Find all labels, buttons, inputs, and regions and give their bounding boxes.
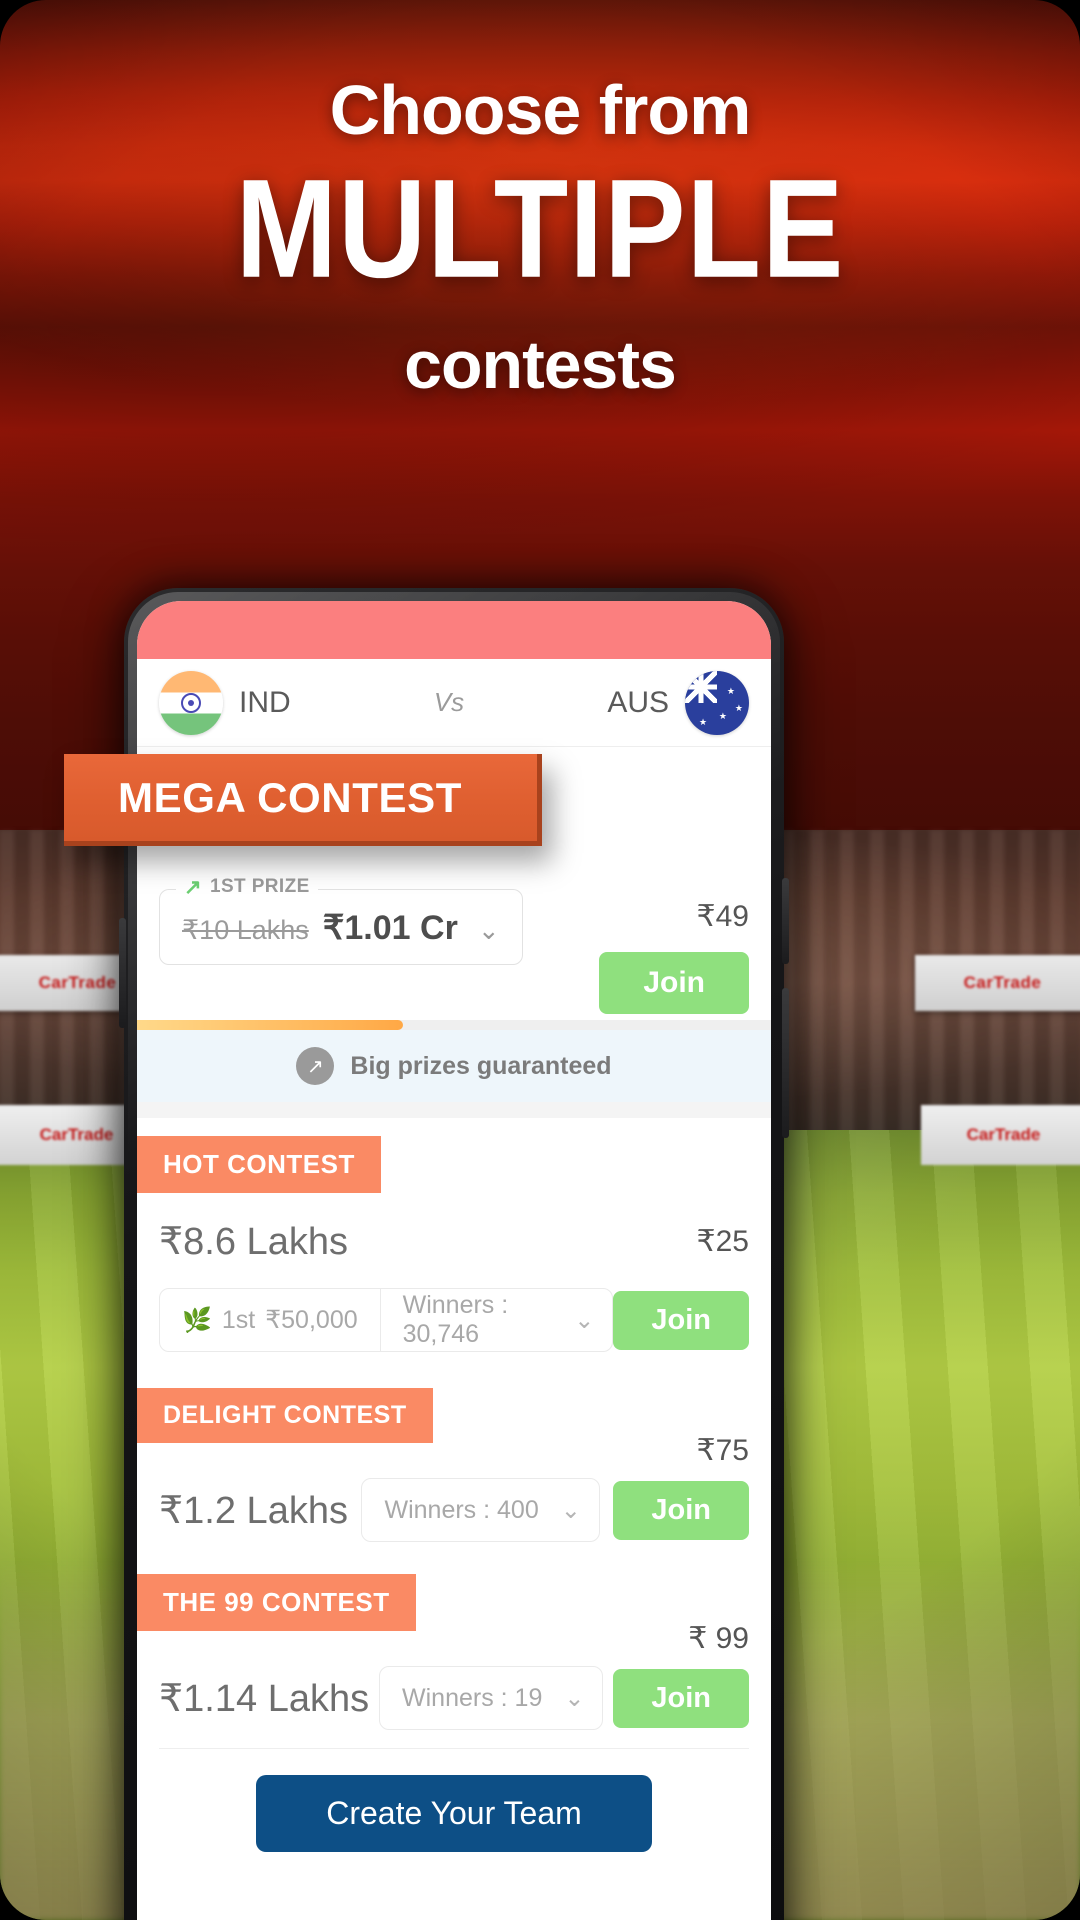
contest-amount-99: ₹1.14 Lakhs: [159, 1677, 370, 1720]
mega-contest-row: ↗ 1ST PRIZE ₹10 Lakhs ₹1.01 Cr ⌄ ₹49 Joi…: [159, 876, 749, 1014]
mega-contest-banner: MEGA CONTEST: [64, 754, 542, 846]
first-prize-amount: ₹50,000: [265, 1306, 358, 1334]
guarantee-bar: ↗ Big prizes guaranteed: [137, 1030, 771, 1102]
contest-entry-fee-delight: ₹75: [696, 1434, 749, 1467]
join-button-mega[interactable]: Join: [599, 952, 749, 1014]
laurel-wreath-icon: 🌿: [182, 1306, 212, 1334]
ad-board-text: CarTrade: [963, 973, 1042, 992]
trending-up-icon: ↗: [184, 875, 202, 899]
mega-contest-actions: ₹49 Join: [599, 889, 749, 1014]
winners-label-99: Winners : 19: [402, 1683, 543, 1712]
team-left-name: IND: [239, 685, 291, 719]
first-prize-rank: 1st: [221, 1305, 256, 1334]
mega-prize-old: ₹10 Lakhs: [182, 915, 309, 945]
australia-flag-icon: ★ ★ ★ ★: [685, 670, 749, 735]
mega-progress-track: [137, 1020, 771, 1030]
contest-card-delight[interactable]: DELIGHT CONTEST ₹75 ₹1.2 Lakhs Winners :…: [137, 1378, 771, 1574]
promo-headline: Choose from MULTIPLE contests: [0, 0, 1080, 404]
join-button-99[interactable]: Join: [613, 1668, 749, 1728]
ad-board-right: CarTrade: [915, 955, 1080, 1011]
ad-board-lower-right: CarTrade: [921, 1105, 1080, 1165]
chevron-down-icon[interactable]: ⌄: [478, 915, 500, 946]
team-right-name: AUS: [607, 685, 669, 719]
mega-prize-new: ₹1.01 Cr: [322, 909, 458, 947]
winners-segment-hot: Winners : 30,746: [379, 1289, 575, 1351]
contest-tag-99: THE 99 CONTEST: [137, 1574, 416, 1631]
section-divider: [137, 1102, 771, 1118]
india-flag-icon: [159, 670, 223, 735]
contest-card-99[interactable]: THE 99 CONTEST ₹ 99 ₹1.14 Lakhs Winners …: [137, 1574, 771, 1749]
mega-prize-values: ₹10 Lakhs ₹1.01 Cr ⌄: [182, 908, 500, 948]
mega-prize-box[interactable]: ↗ 1ST PRIZE ₹10 Lakhs ₹1.01 Cr ⌄: [159, 876, 523, 965]
phone-side-button-upper: [782, 878, 789, 964]
first-prize-segment: 🌿 1st ₹50,000: [160, 1289, 380, 1351]
vs-container: Vs: [291, 687, 608, 718]
team-right[interactable]: AUS ★ ★ ★ ★: [607, 670, 749, 735]
create-your-team-button[interactable]: Create Your Team: [256, 1775, 652, 1852]
join-button-delight[interactable]: Join: [613, 1480, 749, 1540]
mega-contest-banner-label: MEGA CONTEST: [118, 773, 462, 821]
headline-line-2: MULTIPLE: [235, 150, 845, 307]
contest-entry-fee-hot: ₹25: [696, 1225, 749, 1258]
phone-side-button-lower: [782, 988, 789, 1138]
mega-prize-legend-label: 1ST PRIZE: [210, 876, 310, 897]
match-header: IND Vs AUS ★ ★ ★ ★: [137, 659, 771, 747]
guarantee-text: Big prizes guaranteed: [350, 1051, 612, 1080]
contest-tag-hot: HOT CONTEST: [137, 1136, 381, 1193]
join-button-hot[interactable]: Join: [613, 1290, 749, 1350]
winners-label-delight: Winners : 400: [384, 1495, 539, 1524]
cta-bar: Create Your Team: [137, 1749, 771, 1852]
contest-detail-pill-hot[interactable]: 🌿 1st ₹50,000 Winners : 30,746 ⌄: [159, 1288, 614, 1352]
promo-screenshot: CarTrade CarTrade CarTrade CarTrade Choo…: [0, 0, 1080, 1920]
chevron-down-icon[interactable]: ⌄: [561, 1496, 599, 1525]
chevron-down-icon[interactable]: ⌄: [574, 1306, 612, 1335]
mega-prize-legend: ↗ 1ST PRIZE: [176, 876, 318, 898]
contest-detail-pill-delight[interactable]: Winners : 400 ⌄: [361, 1478, 600, 1542]
contest-amount-delight: ₹1.2 Lakhs: [159, 1489, 348, 1532]
trending-up-icon: ↗: [296, 1047, 335, 1085]
ad-board-text: CarTrade: [966, 1125, 1041, 1144]
winners-segment-delight: Winners : 400: [362, 1479, 560, 1541]
mega-progress-fill: [137, 1020, 404, 1030]
mega-entry-fee: ₹49: [696, 900, 749, 933]
app-status-bar: [137, 601, 771, 659]
contest-entry-fee-99: ₹ 99: [688, 1622, 749, 1655]
chevron-down-icon[interactable]: ⌄: [564, 1684, 602, 1713]
phone-volume-buttons: [119, 918, 126, 1028]
team-left[interactable]: IND: [159, 670, 291, 735]
winners-label-hot: Winners : 30,746: [402, 1291, 509, 1348]
contest-detail-pill-99[interactable]: Winners : 19 ⌄: [379, 1666, 604, 1730]
contest-card-hot[interactable]: HOT CONTEST ₹8.6 Lakhs ₹25 🌿 1st ₹50,000…: [137, 1118, 771, 1378]
headline-line-3: contests: [404, 327, 677, 403]
contest-tag-delight: DELIGHT CONTEST: [137, 1388, 433, 1443]
winners-segment-99: Winners : 19: [380, 1667, 564, 1729]
vs-label: Vs: [433, 687, 465, 717]
headline-line-1: Choose from: [329, 71, 752, 149]
contest-amount-hot: ₹8.6 Lakhs: [159, 1221, 348, 1263]
